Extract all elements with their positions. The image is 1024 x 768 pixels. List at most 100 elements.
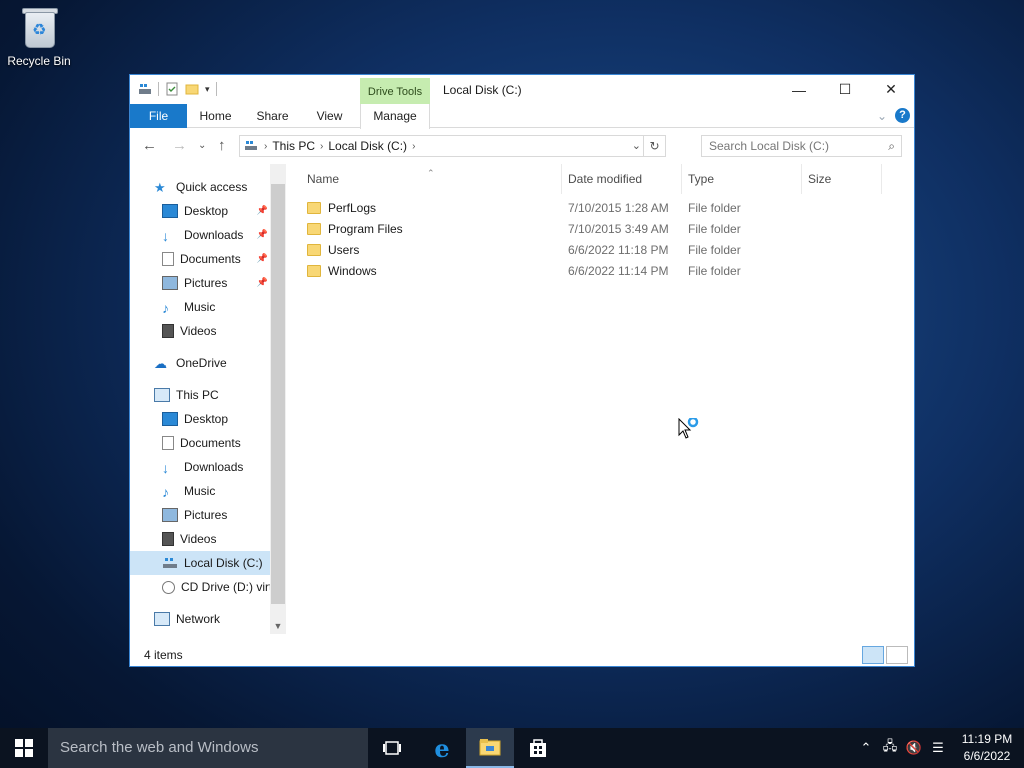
sidebar-item-pc-documents[interactable]: Documents	[130, 431, 270, 455]
sidebar-item-videos[interactable]: Videos	[130, 319, 270, 343]
scroll-thumb[interactable]	[271, 184, 285, 604]
sidebar-item-label: Videos	[180, 532, 217, 546]
sidebar-item-label: Quick access	[176, 180, 248, 194]
column-header-date[interactable]: Date modified	[562, 164, 682, 194]
sidebar-item-downloads[interactable]: ↓ Downloads 📌	[130, 223, 270, 247]
drive-icon	[245, 141, 257, 150]
cd-icon	[162, 580, 175, 594]
sidebar-item-onedrive[interactable]: ☁ OneDrive	[130, 351, 270, 375]
properties-icon[interactable]	[165, 82, 179, 96]
network-status-icon[interactable]: 🖧	[878, 737, 902, 759]
window-title: Local Disk (C:)	[443, 83, 522, 97]
sidebar-item-network[interactable]: Network	[130, 607, 270, 631]
help-icon[interactable]: ?	[895, 108, 910, 123]
content-area: ★ Quick access Desktop 📌 ↓ Downloads 📌 D…	[130, 164, 914, 636]
file-type: File folder	[688, 264, 741, 278]
volume-muted-icon[interactable]: 🔇	[902, 740, 926, 756]
tab-home[interactable]: Home	[187, 104, 244, 128]
forward-arrow-icon[interactable]: →	[172, 137, 187, 154]
maximize-button[interactable]: ☐	[822, 75, 868, 104]
sidebar-item-pc-desktop[interactable]: Desktop	[130, 407, 270, 431]
sidebar-scrollbar[interactable]: ▼	[270, 164, 286, 634]
chevron-right-icon[interactable]: ›	[412, 141, 415, 152]
sidebar-item-quick-access[interactable]: ★ Quick access	[130, 175, 270, 199]
sidebar-item-label: Pictures	[184, 508, 228, 522]
address-dropdown-icon[interactable]: ⌄	[632, 139, 641, 152]
table-row[interactable]: Windows 6/6/2022 11:14 PM File folder	[307, 261, 897, 282]
sidebar-item-music[interactable]: ♪ Music	[130, 295, 270, 319]
desktop-icon	[162, 412, 178, 426]
file-explorer-taskbar-button[interactable]	[466, 728, 514, 768]
sidebar-item-pc-music[interactable]: ♪ Music	[130, 479, 270, 503]
sidebar-item-documents[interactable]: Documents 📌	[130, 247, 270, 271]
details-view-icon[interactable]	[862, 646, 884, 664]
sidebar-item-label: Downloads	[184, 228, 244, 242]
table-row[interactable]: Users 6/6/2022 11:18 PM File folder	[307, 240, 897, 261]
file-name: PerfLogs	[328, 201, 377, 215]
film-icon	[162, 532, 174, 546]
task-view-button[interactable]	[368, 728, 416, 768]
large-icons-view-icon[interactable]	[886, 646, 908, 664]
recent-locations-icon[interactable]: ⌄	[198, 140, 206, 151]
tab-file[interactable]: File	[130, 104, 187, 128]
refresh-icon[interactable]: ↻	[643, 136, 665, 156]
column-label: Type	[688, 172, 715, 186]
tab-view[interactable]: View	[301, 104, 358, 128]
document-icon	[162, 436, 174, 450]
film-icon	[162, 324, 174, 338]
music-note-icon: ♪	[162, 484, 169, 500]
sidebar-item-label: Network	[176, 612, 221, 626]
music-note-icon: ♪	[162, 300, 169, 316]
tab-share[interactable]: Share	[244, 104, 301, 128]
scroll-down-icon[interactable]: ▼	[270, 621, 286, 631]
sidebar-item-cd-drive[interactable]: CD Drive (D:) virt	[130, 575, 270, 599]
file-name: Program Files	[328, 222, 403, 236]
drive-icon[interactable]	[138, 82, 152, 96]
up-arrow-icon[interactable]: ↑	[218, 137, 226, 154]
column-header-type[interactable]: Type	[682, 164, 802, 194]
star-icon: ★	[154, 180, 166, 195]
table-row[interactable]: Program Files 7/10/2015 3:49 AM File fol…	[307, 219, 897, 240]
sidebar-item-this-pc[interactable]: This PC	[130, 383, 270, 407]
busy-cursor-icon	[678, 418, 699, 439]
address-bar[interactable]: › This PC › Local Disk (C:) › ⌄ ↻	[239, 135, 666, 157]
edge-browser-button[interactable]: e	[418, 728, 466, 768]
minimize-button[interactable]: —	[776, 75, 822, 104]
sidebar-item-label: This PC	[176, 388, 219, 402]
taskbar-search-input[interactable]: Search the web and Windows	[48, 728, 368, 768]
sidebar-item-pc-pictures[interactable]: Pictures	[130, 503, 270, 527]
breadcrumb-local-disk[interactable]: Local Disk (C:)	[328, 139, 407, 153]
clock[interactable]: 11:19 PM 6/6/2022	[950, 731, 1024, 765]
column-label: Size	[808, 172, 832, 186]
search-input[interactable]: Search Local Disk (C:) ⌕	[701, 135, 902, 157]
action-center-icon[interactable]: ☰	[926, 740, 950, 756]
show-hidden-icons-icon[interactable]: ⌃	[854, 740, 878, 756]
back-arrow-icon[interactable]: ←	[142, 137, 157, 154]
search-icon[interactable]: ⌕	[888, 136, 895, 156]
folder-icon	[307, 265, 321, 277]
sidebar-item-pc-videos[interactable]: Videos	[130, 527, 270, 551]
sidebar-item-label: Desktop	[184, 204, 229, 218]
download-arrow-icon: ↓	[162, 228, 169, 244]
windows-logo-icon	[15, 739, 33, 757]
start-button[interactable]	[0, 728, 48, 768]
customize-toolbar-icon[interactable]: ▾	[205, 84, 210, 95]
table-row[interactable]: PerfLogs 7/10/2015 1:28 AM File folder	[307, 198, 897, 219]
sidebar-item-pictures[interactable]: Pictures 📌	[130, 271, 270, 295]
sidebar-item-pc-downloads[interactable]: ↓ Downloads	[130, 455, 270, 479]
column-header-size[interactable]: Size	[802, 164, 882, 194]
quick-access-toolbar: ▾	[138, 82, 217, 96]
close-button[interactable]: ✕	[868, 75, 914, 104]
recycle-bin-icon: ♻	[19, 6, 59, 50]
column-header-name[interactable]: Name ⌃	[287, 164, 562, 194]
sidebar-item-desktop[interactable]: Desktop 📌	[130, 199, 270, 223]
recycle-bin-shortcut[interactable]: ♻ Recycle Bin	[6, 6, 72, 68]
sidebar-item-local-disk[interactable]: Local Disk (C:)	[130, 551, 270, 575]
expand-ribbon-icon[interactable]: ⌄	[877, 109, 887, 123]
navigation-pane: ★ Quick access Desktop 📌 ↓ Downloads 📌 D…	[130, 164, 286, 634]
breadcrumb-this-pc[interactable]: This PC	[272, 139, 315, 153]
tab-manage[interactable]: Manage	[360, 104, 430, 129]
store-button[interactable]	[514, 728, 562, 768]
new-folder-icon[interactable]	[185, 82, 199, 96]
folder-icon	[307, 244, 321, 256]
